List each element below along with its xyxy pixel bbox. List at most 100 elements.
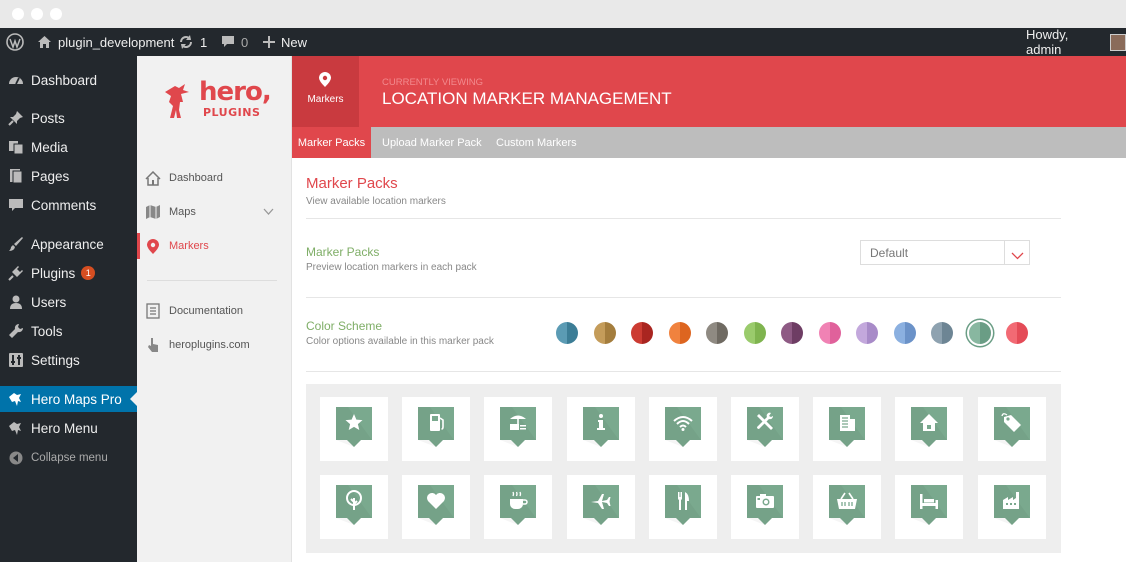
- sidebar-item-settings[interactable]: Settings: [0, 347, 137, 373]
- marker-tile[interactable]: [648, 397, 717, 461]
- color-swatch[interactable]: [631, 322, 653, 344]
- plugin-nav-label: Maps: [169, 206, 196, 218]
- marker-tile[interactable]: [566, 475, 635, 539]
- marker-tile[interactable]: [977, 475, 1046, 539]
- sidebar-item-hero-menu[interactable]: Hero Menu: [0, 415, 137, 441]
- sidebar-item-pages[interactable]: Pages: [0, 163, 137, 189]
- color-swatch[interactable]: [856, 322, 878, 344]
- color-swatch[interactable]: [668, 322, 691, 344]
- color-scheme-description: Color options available in this marker p…: [306, 336, 494, 347]
- comment-icon: [222, 36, 234, 47]
- sidebar-item-label: Comments: [31, 197, 97, 213]
- marker-tile[interactable]: [320, 397, 388, 461]
- wordpress-logo-button[interactable]: [6, 28, 24, 56]
- marker-tile[interactable]: [895, 475, 964, 539]
- color-swatch[interactable]: [1006, 322, 1028, 344]
- tab-marker-packs[interactable]: Marker Packs: [292, 127, 371, 158]
- marker-tile[interactable]: [320, 475, 388, 539]
- color-swatch[interactable]: [893, 322, 916, 344]
- star-icon: [336, 407, 372, 447]
- plugin-nav-heroplugins-link[interactable]: heroplugins.com: [137, 332, 291, 358]
- marker-tile[interactable]: [977, 397, 1046, 461]
- marker-tile[interactable]: [731, 397, 799, 461]
- basket-icon: [829, 485, 866, 525]
- marker-tile[interactable]: [813, 475, 882, 539]
- hero-icon: [8, 391, 24, 407]
- sidebar-item-plugins[interactable]: Plugins 1: [0, 260, 137, 286]
- color-swatch[interactable]: [968, 322, 991, 344]
- hero-logo-icon: [165, 84, 189, 118]
- plugin-nav-label: Documentation: [169, 305, 243, 317]
- collapse-menu-button[interactable]: Collapse menu: [0, 445, 137, 471]
- new-content-link[interactable]: New: [263, 28, 307, 56]
- wifi-icon: [664, 407, 701, 447]
- sidebar-item-dashboard[interactable]: Dashboard: [0, 67, 137, 93]
- window-close-button[interactable]: [12, 8, 24, 20]
- marker-pack-selected-value: Default: [870, 246, 909, 260]
- sidebar-item-label: Dashboard: [31, 72, 98, 88]
- color-swatch[interactable]: [781, 322, 803, 344]
- section-badge: Markers: [292, 56, 359, 134]
- page-title: LOCATION MARKER MANAGEMENT: [382, 89, 672, 108]
- sidebar-item-label: Plugins: [31, 265, 76, 281]
- sidebar-item-posts[interactable]: Posts: [0, 105, 137, 131]
- window-minimize-button[interactable]: [31, 8, 43, 20]
- sidebar-item-users[interactable]: Users: [0, 289, 137, 315]
- window-maximize-button[interactable]: [50, 8, 62, 20]
- marker-tile[interactable]: [484, 475, 553, 539]
- sidebar-item-hero-maps-pro[interactable]: Hero Maps Pro: [0, 386, 137, 412]
- location-pin-icon: [319, 72, 331, 92]
- sidebar-item-appearance[interactable]: Appearance: [0, 231, 137, 257]
- marker-tile[interactable]: [566, 397, 635, 461]
- marker-tile[interactable]: [895, 397, 964, 461]
- sidebar-item-label: Pages: [31, 168, 70, 184]
- tab-custom-markers[interactable]: Custom Markers: [496, 127, 577, 158]
- sidebar-item-comments[interactable]: Comments: [0, 192, 137, 218]
- new-label: New: [281, 34, 308, 50]
- tab-bar: Marker Packs Upload Marker Pack Custom M…: [292, 127, 1126, 158]
- page-header: Markers CURRENTLY VIEWING LOCATION MARKE…: [292, 56, 1126, 134]
- window-titlebar: [0, 0, 1126, 28]
- marker-tile[interactable]: [402, 397, 471, 461]
- color-swatch[interactable]: [706, 322, 728, 344]
- sidebar-item-media[interactable]: Media: [0, 134, 137, 160]
- tab-upload-marker-pack[interactable]: Upload Marker Pack: [382, 127, 482, 158]
- marker-tile[interactable]: [402, 475, 471, 539]
- account-menu[interactable]: Howdy, admin: [1026, 27, 1126, 57]
- color-swatch[interactable]: [593, 322, 616, 344]
- marker-preview-grid: [306, 384, 1061, 553]
- plugin-nav-markers[interactable]: Markers: [137, 233, 291, 259]
- document-icon: [145, 303, 161, 319]
- color-swatch[interactable]: [743, 322, 766, 344]
- marker-tile[interactable]: [484, 397, 553, 461]
- marker-pack-select[interactable]: Default: [860, 240, 1030, 265]
- comments-link[interactable]: 0: [221, 28, 248, 56]
- marker-tile[interactable]: [648, 475, 717, 539]
- fuel-icon: [418, 407, 455, 447]
- admin-bar: plugin_development 1 0 New Howdy, admin: [0, 27, 1126, 57]
- sidebar-item-label: Tools: [31, 323, 63, 339]
- marker-tile[interactable]: [731, 475, 799, 539]
- factory-icon: [993, 485, 1030, 525]
- sidebar-item-label: Posts: [31, 110, 65, 126]
- building-icon: [829, 407, 866, 447]
- airplane-icon: [582, 485, 619, 525]
- plugin-nav-dashboard[interactable]: Dashboard: [137, 165, 291, 191]
- logo-line-1: hero,: [199, 77, 272, 107]
- tab-label: Custom Markers: [496, 136, 577, 149]
- site-name-link[interactable]: plugin_development: [37, 28, 174, 56]
- color-swatch[interactable]: [931, 322, 953, 344]
- plugin-nav-documentation[interactable]: Documentation: [137, 298, 291, 324]
- updates-link[interactable]: 1: [178, 28, 207, 56]
- color-swatch[interactable]: [818, 322, 841, 344]
- marker-tile[interactable]: [813, 397, 882, 461]
- sidebar-item-tools[interactable]: Tools: [0, 318, 137, 344]
- sidebar-item-label: Hero Menu: [31, 420, 98, 436]
- tree-icon: [336, 485, 372, 525]
- plugin-nav-maps[interactable]: Maps: [137, 199, 291, 225]
- settings-icon: [8, 352, 24, 368]
- color-swatch[interactable]: [556, 322, 578, 344]
- hero-plugins-logo[interactable]: hero, PLUGINS: [163, 77, 273, 124]
- refresh-icon: [180, 35, 192, 49]
- hotel-icon: [911, 485, 948, 525]
